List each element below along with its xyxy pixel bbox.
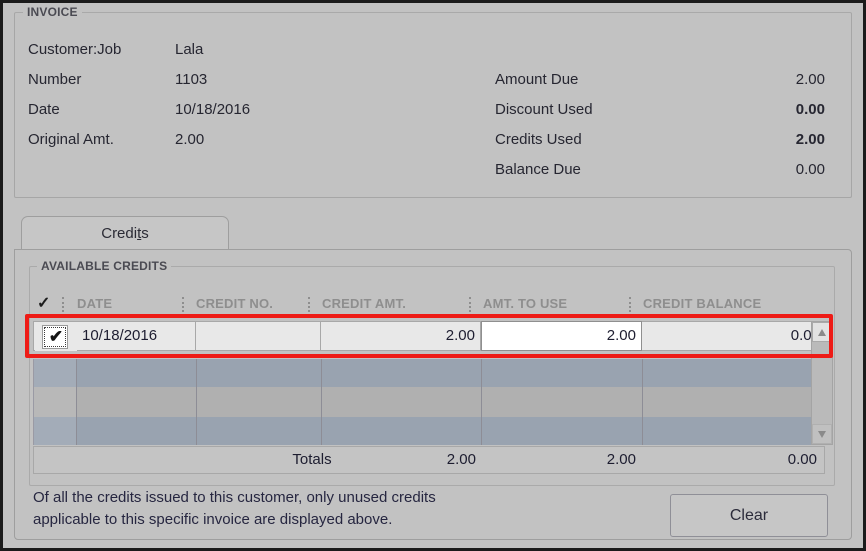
column-header-date[interactable]: DATE: [77, 296, 112, 311]
column-header-credit-balance[interactable]: CREDIT BALANCE: [643, 296, 761, 311]
grid-band: [34, 387, 826, 417]
grid-divider: [76, 359, 77, 445]
cell-credit-no[interactable]: [196, 322, 321, 350]
column-separator[interactable]: [182, 297, 186, 312]
tab-credits-label-pre: Credi: [101, 225, 138, 242]
disclaimer-line-2: applicable to this specific invoice are …: [33, 511, 393, 528]
grid-vertical-scrollbar[interactable]: [811, 321, 833, 445]
column-separator[interactable]: [308, 297, 312, 312]
credits-grid-header: ✓ DATE CREDIT NO. CREDIT AMT. AMT. TO US…: [21, 296, 833, 315]
totals-credit-amt: 2.00: [446, 451, 476, 468]
cell-amt-to-use[interactable]: 2.00: [481, 321, 642, 351]
label-customer-job: Customer:Job: [28, 41, 122, 58]
grid-band-check-column: [34, 359, 76, 445]
label-amount-due: Amount Due: [495, 71, 579, 88]
totals-amt-to-use: 2.00: [606, 451, 636, 468]
column-separator[interactable]: [469, 297, 473, 312]
triangle-up-icon: [818, 329, 826, 336]
checkmark-icon: ✓: [37, 295, 51, 312]
label-date: Date: [28, 101, 60, 118]
clear-button[interactable]: Clear: [670, 494, 828, 537]
cell-date[interactable]: 10/18/2016: [77, 322, 196, 350]
column-separator[interactable]: [629, 297, 633, 312]
value-credits-used: 2.00: [795, 131, 825, 148]
value-number: 1103: [175, 71, 208, 88]
value-customer-job: Lala: [175, 41, 204, 58]
label-credits-used: Credits Used: [495, 131, 582, 148]
disclaimer-line-1: Of all the credits issued to this custom…: [33, 489, 436, 506]
grid-divider: [321, 359, 322, 445]
scrollbar-down-button[interactable]: [812, 424, 832, 444]
totals-credit-balance: 0.00: [787, 451, 817, 468]
scrollbar-track[interactable]: [812, 342, 832, 424]
table-row[interactable]: ✔ 10/18/2016 2.00 2.00 0.00: [33, 321, 825, 351]
credits-grid-empty-rows: [33, 359, 826, 445]
value-date: 10/18/2016: [175, 101, 251, 118]
scrollbar-up-button[interactable]: [812, 322, 832, 342]
label-balance-due: Balance Due: [495, 161, 581, 178]
label-original-amt: Original Amt.: [28, 131, 114, 148]
tab-credits[interactable]: Credits: [21, 216, 229, 252]
column-header-credit-no[interactable]: CREDIT NO.: [196, 296, 273, 311]
value-balance-due: 0.00: [795, 161, 825, 178]
tab-strip: Credits: [14, 215, 852, 252]
apply-credits-dialog: INVOICE Customer:Job Lala Number 1103 Da…: [0, 0, 866, 551]
credits-disclaimer-text: Of all the credits issued to this custom…: [33, 487, 623, 531]
checkmark-icon: ✔: [48, 327, 64, 346]
available-credits-legend: AVAILABLE CREDITS: [37, 259, 172, 273]
label-discount-used: Discount Used: [495, 101, 593, 118]
totals-row: Totals 2.00 2.00 0.00: [33, 446, 825, 474]
triangle-down-icon: [818, 431, 826, 438]
tab-credits-label-post: s: [141, 225, 149, 242]
column-header-amt-to-use[interactable]: AMT. TO USE: [483, 296, 567, 311]
invoice-group-legend: INVOICE: [23, 5, 82, 19]
grid-band: [34, 417, 826, 445]
column-separator[interactable]: [62, 297, 66, 312]
cell-credit-amt[interactable]: 2.00: [321, 322, 481, 350]
grid-divider: [481, 359, 482, 445]
row-select-checkbox[interactable]: ✔: [35, 323, 78, 351]
value-amount-due: 2.00: [795, 71, 825, 88]
value-discount-used: 0.00: [795, 101, 825, 118]
grid-divider: [642, 359, 643, 445]
cell-credit-balance[interactable]: 0.00: [642, 322, 825, 350]
column-header-credit-amt[interactable]: CREDIT AMT.: [322, 296, 406, 311]
value-original-amt: 2.00: [175, 131, 205, 148]
label-number: Number: [28, 71, 82, 88]
grid-divider: [196, 359, 197, 445]
grid-band: [34, 359, 826, 387]
